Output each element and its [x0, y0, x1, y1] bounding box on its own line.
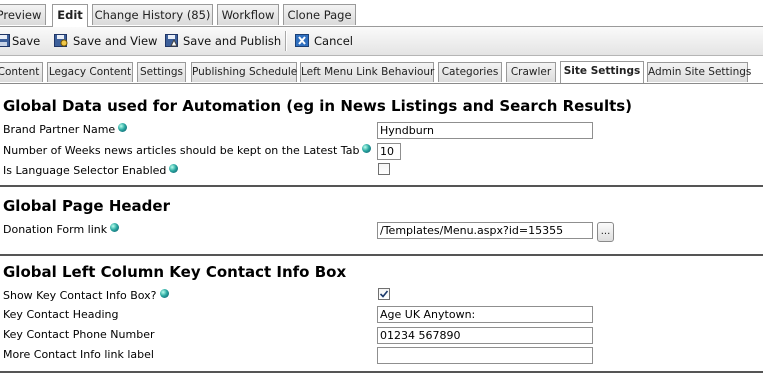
tab-clone-page[interactable]: Clone Page	[283, 4, 356, 25]
contact-heading-label: Key Contact Heading	[3, 308, 119, 321]
tab-preview[interactable]: Preview	[0, 4, 46, 25]
cancel-button[interactable]: Cancel	[295, 27, 355, 55]
floppy-disk-view-icon	[54, 34, 68, 47]
weeks-input[interactable]: 10	[377, 143, 401, 160]
save-and-publish-label: Save and Publish	[183, 34, 282, 48]
contact-phone-label: Key Contact Phone Number	[3, 328, 155, 341]
contact-phone-input[interactable]: 01234 567890	[377, 327, 593, 344]
tab-settings[interactable]: Settings	[137, 62, 186, 82]
tab-legacy-content[interactable]: Legacy Content	[47, 62, 133, 82]
weeks-label-row: Number of Weeks news articles should be …	[3, 144, 372, 157]
cancel-icon	[295, 34, 309, 47]
brand-partner-input[interactable]: Hyndburn	[377, 122, 593, 139]
donation-form-label: Donation Form link	[3, 223, 108, 236]
info-dot-icon[interactable]	[118, 123, 128, 132]
tab-workflow[interactable]: Workflow	[217, 4, 279, 25]
save-label: Save	[12, 34, 41, 48]
tab-admin-site-settings[interactable]: Admin Site Settings	[647, 62, 751, 82]
language-selector-checkbox[interactable]	[378, 163, 390, 175]
section-divider	[0, 371, 763, 373]
more-contact-label: More Contact Info link label	[3, 348, 154, 361]
contact-heading-input[interactable]: Age UK Anytown:	[377, 306, 593, 323]
section-divider	[0, 185, 763, 187]
top-tab-bar: Preview Edit Change History (85) Workflo…	[0, 0, 763, 27]
show-contact-box-checkbox[interactable]	[378, 288, 390, 300]
page-header-section-title: Global Page Header	[3, 197, 170, 215]
show-contact-label-row: Show Key Contact Info Box?	[3, 289, 169, 302]
tab-left-menu-link-behaviour[interactable]: Left Menu Link Behaviour	[300, 62, 434, 82]
save-and-view-button[interactable]: Save and View	[54, 27, 158, 55]
language-label-row: Is Language Selector Enabled	[3, 164, 179, 177]
show-contact-box-label: Show Key Contact Info Box?	[3, 289, 157, 302]
toolbar-separator	[285, 31, 287, 51]
browse-button[interactable]: ...	[597, 222, 614, 242]
weeks-label: Number of Weeks news articles should be …	[3, 144, 360, 157]
section-divider	[0, 254, 763, 256]
toolbar: Save Save and View Save and Publish Canc…	[0, 27, 763, 56]
tab-change-history[interactable]: Change History (85)	[92, 4, 213, 25]
save-and-publish-button[interactable]: Save and Publish	[165, 27, 282, 55]
tab-content[interactable]: Content	[0, 62, 43, 82]
tab-publishing-schedule[interactable]: Publishing Schedule	[191, 62, 297, 82]
floppy-disk-publish-icon	[165, 34, 178, 47]
language-selector-label: Is Language Selector Enabled	[3, 164, 167, 177]
donation-label-row: Donation Form link	[3, 223, 120, 236]
info-dot-icon[interactable]	[159, 289, 169, 298]
floppy-disk-icon	[0, 34, 10, 47]
tab-categories[interactable]: Categories	[438, 62, 502, 82]
tab-crawler[interactable]: Crawler	[506, 62, 556, 82]
automation-section-title: Global Data used for Automation (eg in N…	[3, 97, 633, 115]
cancel-label: Cancel	[314, 34, 353, 48]
checkmark-icon	[379, 290, 389, 298]
info-dot-icon[interactable]	[169, 164, 179, 173]
tab-site-settings[interactable]: Site Settings	[560, 61, 644, 83]
brand-partner-label: Brand Partner Name	[3, 123, 116, 136]
contact-section-title: Global Left Column Key Contact Info Box	[3, 263, 347, 281]
info-dot-icon[interactable]	[110, 223, 120, 232]
settings-tab-bar: Content Legacy Content Settings Publishi…	[0, 56, 763, 84]
more-contact-input[interactable]	[377, 347, 593, 364]
tab-edit[interactable]: Edit	[52, 4, 88, 27]
info-dot-icon[interactable]	[362, 144, 372, 153]
brand-partner-label-row: Brand Partner Name	[3, 123, 128, 136]
donation-form-input[interactable]: /Templates/Menu.aspx?id=15355	[377, 222, 593, 239]
save-and-view-label: Save and View	[73, 34, 158, 48]
